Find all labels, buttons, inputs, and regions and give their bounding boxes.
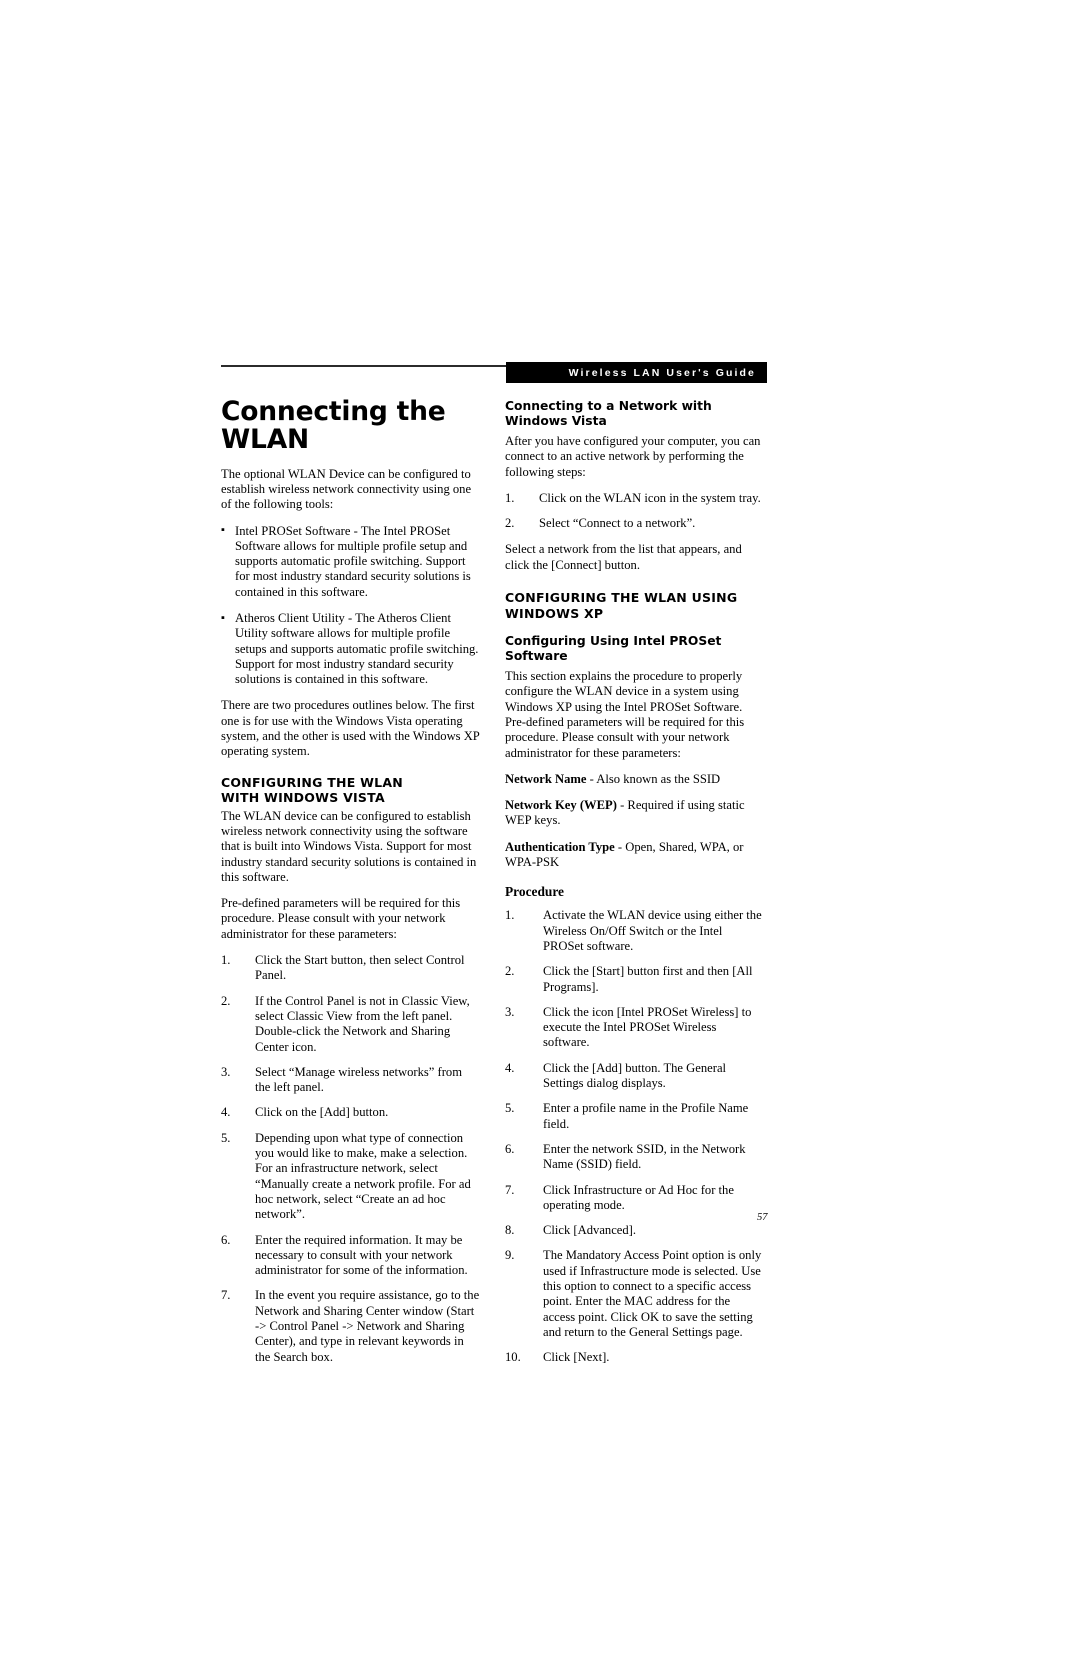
step-text: If the Control Panel is not in Classic V… bbox=[255, 993, 470, 1054]
list-item: 1. Activate the WLAN device using either … bbox=[505, 908, 764, 954]
list-item: Intel PROSet Software - The Intel PROSet… bbox=[221, 523, 480, 600]
step-number: 3. bbox=[221, 1064, 231, 1079]
step-number: 10. bbox=[505, 1350, 521, 1365]
step-text: Select “Connect to a network”. bbox=[539, 516, 696, 531]
connect-steps-list: 1. Click on the WLAN icon in the system t… bbox=[505, 491, 764, 532]
list-item: 5. Depending upon what type of connection… bbox=[221, 1131, 480, 1223]
left-column: Connecting the WLAN The optional WLAN De… bbox=[221, 398, 480, 1376]
step-text: Click the icon [Intel PROSet Wireless] t… bbox=[543, 1004, 752, 1050]
step-text: Click Infrastructure or Ad Hoc for the o… bbox=[543, 1182, 734, 1212]
document-page: Wireless LAN User's Guide Connecting the… bbox=[0, 0, 1080, 1669]
step-number: 4. bbox=[221, 1105, 231, 1120]
step-number: 6. bbox=[505, 1141, 515, 1156]
procedure-steps-list: 1. Activate the WLAN device using either … bbox=[505, 908, 764, 1365]
definition-network-name: Network Name - Also known as the SSID bbox=[505, 772, 764, 787]
list-item: 10. Click [Next]. bbox=[505, 1350, 764, 1365]
list-item: 9. The Mandatory Access Point option is o… bbox=[505, 1248, 764, 1340]
step-number: 1. bbox=[505, 908, 515, 923]
list-item: 6. Enter the required information. It may… bbox=[221, 1233, 480, 1279]
list-item: 2. Select “Connect to a network”. bbox=[505, 516, 764, 531]
definition-authentication-type: Authentication Type - Open, Shared, WPA,… bbox=[505, 840, 764, 871]
step-text: Click [Next]. bbox=[543, 1350, 610, 1365]
step-number: 5. bbox=[221, 1130, 231, 1145]
section-heading-configuring-vista: CONFIGURING THE WLAN WITH WINDOWS VISTA bbox=[221, 775, 480, 806]
vista-steps-list: 1. Click the Start button, then select Co… bbox=[221, 953, 480, 1365]
list-item: 7. Click Infrastructure or Ad Hoc for the… bbox=[505, 1183, 764, 1214]
list-item: 2. If the Control Panel is not in Classic… bbox=[221, 994, 480, 1055]
list-item: 3. Click the icon [Intel PROSet Wireless]… bbox=[505, 1005, 764, 1051]
step-number: 6. bbox=[221, 1232, 231, 1247]
step-text: Click on the WLAN icon in the system tra… bbox=[539, 490, 761, 505]
definition-description: - Also known as the SSID bbox=[586, 771, 721, 786]
subsection-heading-connecting-vista: Connecting to a Network with Windows Vis… bbox=[505, 399, 712, 428]
step-number: 5. bbox=[505, 1101, 515, 1116]
page-number: 57 bbox=[757, 1212, 768, 1223]
list-item: 3. Select “Manage wireless networks” from… bbox=[221, 1065, 480, 1096]
step-text: Click the Start button, then select Cont… bbox=[255, 953, 465, 983]
step-number: 9. bbox=[505, 1248, 515, 1263]
xp-intro-paragraph: This section explains the procedure to p… bbox=[505, 669, 745, 760]
connect-outro-paragraph: Select a network from the list that appe… bbox=[505, 542, 742, 572]
intro-paragraph: The optional WLAN Device can be configur… bbox=[221, 466, 472, 512]
step-text: Click the [Start] button first and then … bbox=[543, 964, 753, 994]
step-number: 2. bbox=[505, 516, 515, 531]
vista-intro-paragraph: The WLAN device can be configured to est… bbox=[221, 808, 477, 884]
vista-predefined-paragraph: Pre-defined parameters will be required … bbox=[221, 896, 461, 941]
list-item: 1. Click the Start button, then select Co… bbox=[221, 953, 480, 984]
right-column: Connecting to a Network with Windows Vis… bbox=[505, 398, 764, 1376]
connect-intro-paragraph: After you have configured your computer,… bbox=[505, 434, 761, 479]
running-head-bar: Wireless LAN User's Guide bbox=[506, 362, 767, 383]
step-number: 7. bbox=[505, 1182, 515, 1197]
list-item: 7. In the event you require assistance, g… bbox=[221, 1288, 480, 1364]
list-item: 2. Click the [Start] button first and the… bbox=[505, 964, 764, 995]
running-head-text: Wireless LAN User's Guide bbox=[568, 366, 756, 379]
list-item: 4. Click the [Add] button. The General Se… bbox=[505, 1061, 764, 1092]
step-text: Enter the network SSID, in the Network N… bbox=[543, 1141, 746, 1172]
heading-line-2: WINDOWS XP bbox=[505, 605, 604, 621]
section-heading-configuring-xp: CONFIGURING THE WLAN USING WINDOWS XP bbox=[505, 590, 764, 621]
step-number: 4. bbox=[505, 1060, 515, 1075]
step-text: Enter a profile name in the Profile Name… bbox=[543, 1101, 749, 1131]
step-text: Click [Advanced]. bbox=[543, 1223, 637, 1238]
step-text: Select “Manage wireless networks” from t… bbox=[255, 1064, 463, 1095]
list-item: 6. Enter the network SSID, in the Network… bbox=[505, 1142, 764, 1173]
step-number: 8. bbox=[505, 1223, 515, 1238]
definition-term: Network Name bbox=[505, 771, 587, 786]
list-item: 8. Click [Advanced]. bbox=[505, 1223, 764, 1238]
step-number: 2. bbox=[505, 964, 515, 979]
step-number: 1. bbox=[505, 490, 515, 505]
definition-term: Authentication Type bbox=[505, 839, 615, 854]
step-number: 1. bbox=[221, 953, 231, 968]
heading-line-2: WITH WINDOWS VISTA bbox=[221, 790, 385, 806]
procedures-note: There are two procedures outlines below.… bbox=[221, 698, 480, 759]
subsection-heading-intel-proset: Configuring Using Intel PROSet Software bbox=[505, 634, 722, 664]
step-text: Click on the [Add] button. bbox=[255, 1105, 389, 1120]
procedure-heading: Procedure bbox=[505, 884, 565, 900]
step-number: 2. bbox=[221, 993, 231, 1008]
definition-term: Network Key (WEP) bbox=[505, 798, 617, 813]
step-text: The Mandatory Access Point option is onl… bbox=[543, 1248, 762, 1339]
page-title: Connecting the WLAN bbox=[221, 396, 446, 455]
heading-line-1: CONFIGURING THE WLAN USING bbox=[505, 590, 738, 606]
step-text: Enter the required information. It may b… bbox=[255, 1232, 468, 1278]
list-item: Atheros Client Utility - The Atheros Cli… bbox=[221, 610, 480, 687]
step-text: Depending upon what type of connection y… bbox=[255, 1130, 471, 1222]
step-text: Click the [Add] button. The General Sett… bbox=[543, 1060, 727, 1091]
definition-network-key: Network Key (WEP) - Required if using st… bbox=[505, 798, 764, 829]
step-text: In the event you require assistance, go … bbox=[255, 1288, 480, 1364]
heading-line-1: CONFIGURING THE WLAN bbox=[221, 774, 403, 790]
list-item: 4. Click on the [Add] button. bbox=[221, 1105, 480, 1120]
step-number: 7. bbox=[221, 1288, 231, 1303]
tools-bullet-list: Intel PROSet Software - The Intel PROSet… bbox=[221, 523, 480, 688]
step-text: Activate the WLAN device using either th… bbox=[543, 908, 762, 953]
list-item: 1. Click on the WLAN icon in the system t… bbox=[505, 491, 764, 506]
step-number: 3. bbox=[505, 1004, 515, 1019]
list-item: 5. Enter a profile name in the Profile Na… bbox=[505, 1101, 764, 1132]
